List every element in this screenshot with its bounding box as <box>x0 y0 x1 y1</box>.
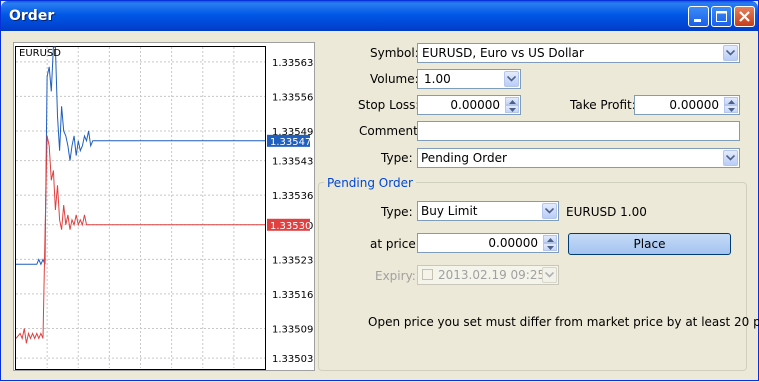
arrow-down-icon <box>547 246 554 250</box>
expiry-dropdown-button[interactable] <box>542 267 557 283</box>
take-profit-spinner[interactable] <box>724 97 738 113</box>
price-tick-label: 1.33503 <box>272 354 313 365</box>
spin-up-button[interactable] <box>505 97 519 105</box>
chevron-down-icon <box>507 76 516 82</box>
price-tick-label: 1.33536 <box>272 191 313 202</box>
maximize-icon <box>716 11 727 22</box>
take-profit-input[interactable]: 0.00000 <box>634 95 740 115</box>
pending-type-label: Type: <box>381 205 413 219</box>
price-tick-label: 1.33563 <box>272 58 313 69</box>
close-icon <box>739 11 750 22</box>
chevron-down-icon <box>545 272 554 278</box>
arrow-up-icon <box>728 100 735 104</box>
chevron-down-icon <box>726 50 735 56</box>
pending-order-group-title: Pending Order <box>324 176 416 190</box>
stop-loss-value: 0.00000 <box>450 98 500 112</box>
expiry-label: Expiry: <box>375 269 416 283</box>
volume-dropdown-button[interactable] <box>504 71 519 87</box>
price-tick-label: 1.33523 <box>272 255 313 266</box>
chevron-down-icon <box>545 208 554 214</box>
at-price-label: at price: <box>370 237 420 251</box>
volume-value: 1.00 <box>424 72 451 86</box>
expiry-checkbox[interactable] <box>422 269 433 280</box>
at-price-spinner[interactable] <box>543 235 557 251</box>
price-tick-label: 1.33509 <box>272 324 313 335</box>
symbol-select[interactable]: EURUSD, Euro vs US Dollar <box>417 43 740 63</box>
expiry-input[interactable]: 2013.02.19 09:25 <box>417 265 559 285</box>
stop-loss-spinner[interactable] <box>505 97 519 113</box>
pending-type-value: Buy Limit <box>421 204 478 218</box>
arrow-up-icon <box>509 100 516 104</box>
pending-type-info: EURUSD 1.00 <box>566 205 647 219</box>
comment-label: Comment: <box>359 124 422 138</box>
price-tick-label: 1.33516 <box>272 290 313 301</box>
volume-label: Volume: <box>370 72 419 86</box>
spin-up-button[interactable] <box>543 235 557 243</box>
spin-up-button[interactable] <box>724 97 738 105</box>
pending-type-dropdown-button[interactable] <box>542 203 557 219</box>
order-window: Order 1.33563 1.33556 1.33549 1.33543 1.3353… <box>0 0 759 381</box>
volume-select[interactable]: 1.00 <box>417 69 521 89</box>
arrow-down-icon <box>728 108 735 112</box>
symbol-dropdown-button[interactable] <box>723 45 738 61</box>
spin-down-button[interactable] <box>724 105 738 113</box>
stop-loss-label: Stop Loss: <box>358 98 420 112</box>
order-type-value: Pending Order <box>421 151 507 165</box>
ask-price-badge: 1.33547 <box>270 137 311 148</box>
price-tick-label: 1.33543 <box>272 157 313 168</box>
symbol-value: EURUSD, Euro vs US Dollar <box>422 46 584 60</box>
order-type-select[interactable]: Pending Order <box>417 148 740 168</box>
bid-price-badge: 1.33530 <box>270 221 311 232</box>
stop-loss-input[interactable]: 0.00000 <box>417 95 521 115</box>
at-price-input[interactable]: 0.00000 <box>417 233 559 253</box>
spin-down-button[interactable] <box>543 243 557 251</box>
price-tick-label: 1.33556 <box>272 92 313 103</box>
arrow-up-icon <box>547 238 554 242</box>
arrow-down-icon <box>509 108 516 112</box>
minimize-icon <box>694 19 701 22</box>
take-profit-label: Take Profit: <box>570 98 636 112</box>
symbol-label: Symbol: <box>370 46 419 60</box>
close-button[interactable] <box>734 6 755 27</box>
at-price-value: 0.00000 <box>488 236 538 250</box>
minimize-button[interactable] <box>688 6 709 27</box>
order-type-label: Type: <box>381 151 413 165</box>
pending-type-select[interactable]: Buy Limit <box>417 201 559 221</box>
order-type-dropdown-button[interactable] <box>723 150 738 166</box>
pending-note: Open price you set must differ from mark… <box>368 315 759 329</box>
chevron-down-icon <box>726 155 735 161</box>
chart-symbol-label: EURUSD <box>19 48 61 59</box>
take-profit-value: 0.00000 <box>669 98 719 112</box>
place-button[interactable]: Place <box>568 233 731 255</box>
comment-input[interactable] <box>417 121 740 141</box>
expiry-value: 2013.02.19 09:25 <box>438 268 546 282</box>
spin-down-button[interactable] <box>505 105 519 113</box>
maximize-button[interactable] <box>711 6 732 27</box>
